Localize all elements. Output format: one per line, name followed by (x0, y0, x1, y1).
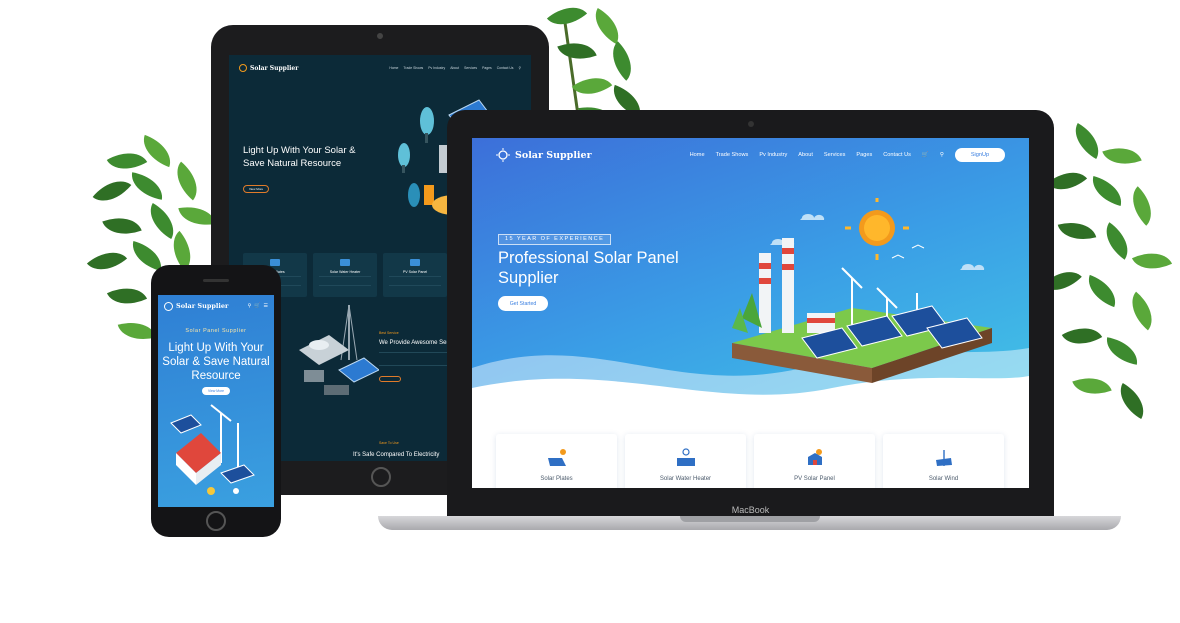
tablet-search-icon[interactable]: ⚲ (519, 66, 521, 70)
sun-logo-icon (164, 301, 173, 311)
service-card-solar-plates[interactable]: Solar Plates (496, 434, 617, 488)
signup-button[interactable]: SignUp (955, 148, 1005, 162)
tablet-hero-title: Light Up With Your Solar & Save Natural … (243, 145, 356, 169)
tablet-camera (377, 33, 383, 39)
solar-wind-icon (936, 450, 952, 466)
pv-panel-icon (410, 259, 420, 266)
tablet-logo-text: Solar Supplier (250, 64, 299, 72)
cart-icon[interactable]: 🛒 (922, 152, 929, 158)
tablet-nav-pages[interactable]: Pages (482, 66, 492, 70)
solar-plant-illustration (732, 198, 992, 383)
phone-navbar: Solar Supplier ⚲ 🛒 ☰ (158, 295, 274, 317)
tablet-nav-services[interactable]: Services (464, 66, 477, 70)
solar-plate-icon (270, 259, 280, 266)
laptop-menu: Home Trade Shows Pv Industry About Servi… (690, 148, 1005, 162)
water-heater-icon (677, 448, 695, 466)
tablet-electricity-title: It's Safe Compared To Electricity (353, 452, 440, 458)
laptop-navbar: Solar Supplier Home Trade Shows Pv Indus… (472, 138, 1029, 172)
solar-plates-icon (548, 449, 566, 466)
sun-logo-icon (239, 64, 247, 72)
tablet-card-text (319, 276, 371, 286)
tablet-card-title: PV Solar Panel (402, 270, 428, 274)
tablet-card-title: Solar Water Heater (329, 270, 361, 274)
tablet-section-label: Best Service (379, 331, 399, 335)
nav-about[interactable]: About (798, 152, 813, 158)
laptop-hero: Solar Supplier Home Trade Shows Pv Indus… (472, 138, 1029, 418)
hero-title: Professional Solar Panel Supplier (498, 249, 679, 287)
nav-contact-us[interactable]: Contact Us (883, 152, 911, 158)
laptop-screen: Solar Supplier Home Trade Shows Pv Indus… (472, 138, 1029, 488)
water-heater-icon (340, 259, 350, 266)
tablet-service-card[interactable]: PV Solar Panel (383, 253, 447, 297)
cart-icon[interactable]: 🛒 (254, 303, 260, 309)
phone-logo[interactable]: Solar Supplier (164, 301, 229, 311)
tablet-hero-button[interactable]: View More (243, 185, 269, 193)
phone-device: Solar Supplier ⚲ 🛒 ☰ Solar Panel Supplie… (151, 265, 281, 537)
pv-panel-icon (808, 449, 822, 465)
tablet-nav-pv-industry[interactable]: Pv Industry (428, 66, 445, 70)
phone-screen: Solar Supplier ⚲ 🛒 ☰ Solar Panel Supplie… (158, 295, 274, 507)
phone-hero-title: Light Up With Your Solar & Save Natural … (162, 342, 270, 382)
tablet-service-card[interactable]: Solar Water Heater (313, 253, 377, 297)
phone-hero-button[interactable]: View More (202, 387, 230, 395)
phone-home-button[interactable] (206, 511, 226, 531)
phone-subtitle: Solar Panel Supplier (185, 328, 247, 334)
sun-logo-icon (496, 148, 510, 162)
macbook-label: MacBook (731, 505, 770, 515)
tablet-nav-trade-shows[interactable]: Trade Shows (403, 66, 423, 70)
service-label: Solar Water Heater (659, 476, 712, 482)
tablet-home-button[interactable] (371, 467, 391, 487)
nav-trade-shows[interactable]: Trade Shows (716, 152, 749, 158)
phone-logo-text: Solar Supplier (176, 302, 229, 310)
service-label: Solar Plates (540, 476, 573, 482)
tablet-nav-home[interactable]: Home (389, 66, 398, 70)
tablet-card-text (389, 276, 441, 286)
get-started-button[interactable]: Get Started (498, 296, 548, 311)
laptop-camera (748, 121, 754, 127)
experience-badge: 15 YEAR OF EXPERIENCE (498, 234, 612, 245)
service-card-solar-wind[interactable]: Solar Wind (883, 434, 1004, 488)
tablet-navbar: Solar Supplier Home Trade Shows Pv Indus… (229, 55, 531, 81)
service-label: PV Solar Panel (794, 476, 835, 482)
tablet-nav-contact[interactable]: Contact Us (497, 66, 514, 70)
laptop-device: Solar Supplier Home Trade Shows Pv Indus… (447, 110, 1054, 520)
menu-icon[interactable]: ☰ (264, 303, 268, 309)
service-card-pv-solar-panel[interactable]: PV Solar Panel (754, 434, 875, 488)
nav-services[interactable]: Services (824, 152, 845, 158)
services-row: Solar Plates Solar Water Heater PV Solar… (496, 434, 1004, 488)
nav-pages[interactable]: Pages (856, 152, 872, 158)
laptop-logo-text: Solar Supplier (515, 149, 592, 161)
tablet-section-button[interactable] (379, 376, 401, 382)
laptop-logo[interactable]: Solar Supplier (496, 148, 592, 162)
service-label: Solar Wind (928, 476, 959, 482)
laptop-notch (680, 516, 820, 522)
phone-house-illustration (170, 404, 255, 495)
nav-home[interactable]: Home (690, 152, 705, 158)
tablet-logo[interactable]: Solar Supplier (239, 64, 298, 72)
phone-speaker (203, 279, 229, 282)
tablet-menu: Home Trade Shows Pv Industry About Servi… (389, 66, 521, 70)
tablet-station-illustration (299, 304, 379, 395)
search-icon[interactable]: ⚲ (248, 303, 252, 309)
service-card-solar-water-heater[interactable]: Solar Water Heater (625, 434, 746, 488)
search-icon[interactable]: ⚲ (940, 152, 944, 158)
phone-nav-icons: ⚲ 🛒 ☰ (248, 303, 268, 309)
tablet-save-label: Save To Use (379, 441, 399, 445)
tablet-nav-about[interactable]: About (450, 66, 459, 70)
nav-pv-industry[interactable]: Pv Industry (759, 152, 787, 158)
